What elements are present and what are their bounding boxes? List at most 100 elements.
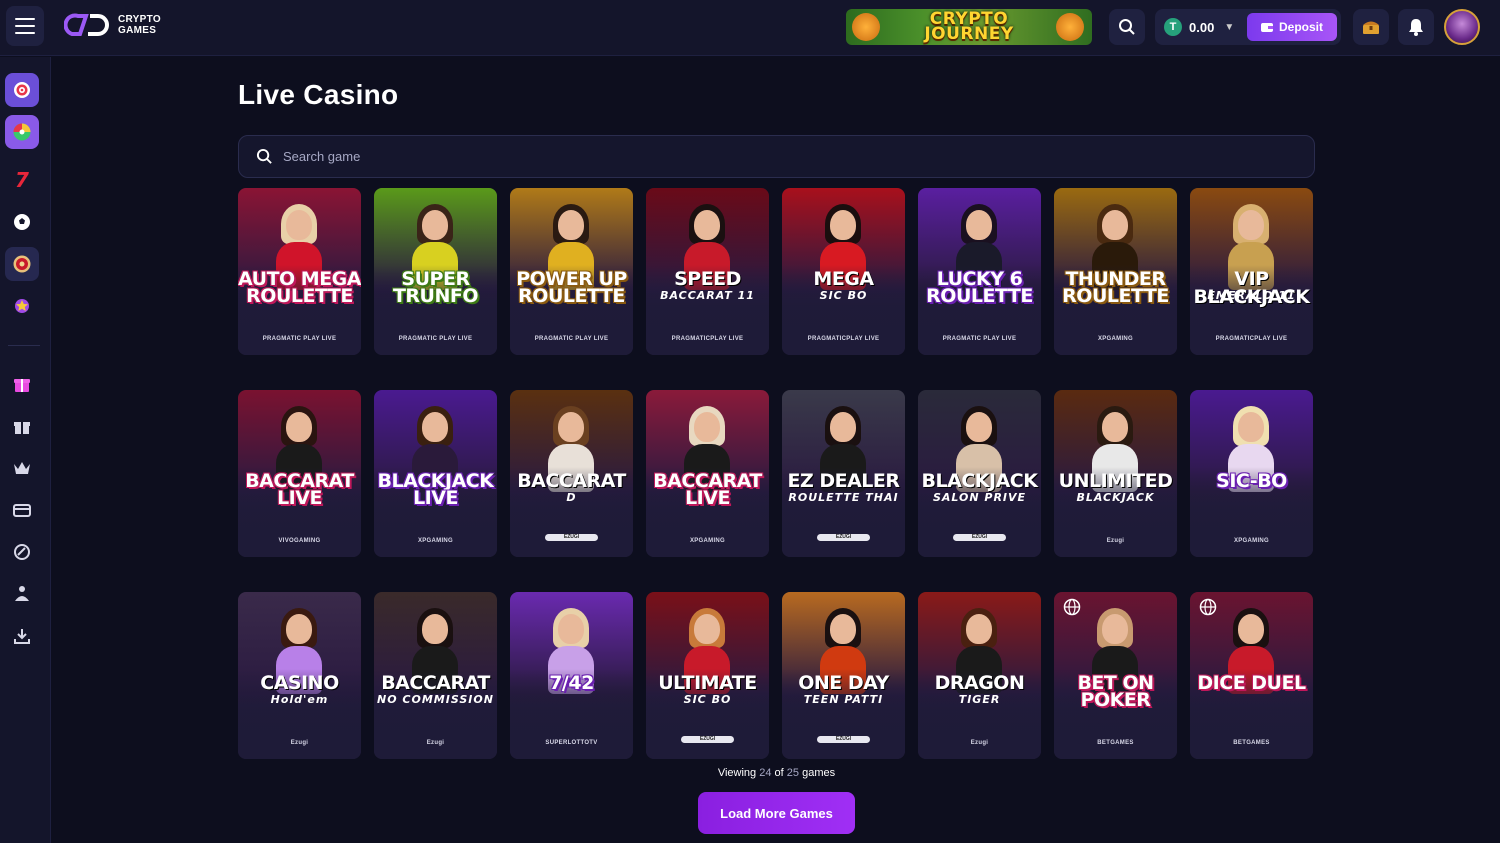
sidebar-item-slots[interactable]: 7 (5, 163, 39, 197)
game-title: UNLIMITED (1058, 470, 1173, 492)
provider-label: PRAGMATIC PLAY LIVE (262, 336, 337, 342)
game-title: BACCARAT (381, 672, 490, 694)
provider-label: XPGAMING (1233, 538, 1270, 544)
load-more-button[interactable]: Load More Games (698, 792, 855, 834)
game-card[interactable]: BACCARAT NO COMMISSION Ezugi (374, 592, 497, 759)
game-card[interactable]: ULTIMATE SIC BO EZUGI (646, 592, 769, 759)
provider-label: BETGAMES (1233, 740, 1270, 746)
game-title: ONE DAY (798, 672, 889, 694)
game-title-line2: ROULETTE (926, 285, 1033, 307)
game-card[interactable]: DRAGON TIGER Ezugi (918, 592, 1041, 759)
game-subtitle: SIC BO (683, 693, 732, 706)
game-subtitle: SIC BO (819, 289, 868, 302)
gift-icon (14, 422, 30, 434)
game-card[interactable]: ONE DAY TEEN PATTI EZUGI (782, 592, 905, 759)
game-card[interactable]: POWER UP ROULETTE PRAGMATIC PLAY LIVE (510, 188, 633, 355)
game-subtitle: BLACKJACK (1076, 491, 1155, 504)
game-card[interactable]: CASINO Hold'em Ezugi (238, 592, 361, 759)
menu-icon[interactable] (6, 6, 44, 46)
treasure-chest-icon (1363, 21, 1379, 34)
wallet-balance: 0.00 (1189, 19, 1215, 35)
sidebar-item-rewards[interactable] (5, 367, 39, 401)
sidebar-item-target[interactable] (5, 73, 39, 107)
game-subtitle: BACCARAT 11 (660, 289, 755, 302)
game-card[interactable]: VIP BLACKJACK EMERALD 11 PRAGMATICPLAY LIV… (1190, 188, 1313, 355)
provider-label: XPGAMING (1097, 336, 1134, 342)
sidebar-item-bonus[interactable] (5, 409, 39, 443)
game-card[interactable]: BLACKJACK LIVE XPGAMING (374, 390, 497, 557)
banner-line2: JOURNEY (924, 24, 1014, 44)
game-subtitle: ROULETTE THAI (788, 491, 899, 504)
game-subtitle: TEEN PATTI (803, 693, 884, 706)
search-button[interactable] (1109, 9, 1145, 45)
game-title-line2: LIVE (413, 487, 458, 509)
game-card[interactable]: DICE DUEL BETGAMES (1190, 592, 1313, 759)
crown-icon (14, 462, 30, 474)
game-card[interactable]: EZ DEALER ROULETTE THAI EZUGI (782, 390, 905, 557)
sidebar-item-sports[interactable] (5, 205, 39, 239)
game-title: BACCARAT (517, 470, 626, 492)
provider-label: Ezugi (1106, 538, 1125, 544)
sidebar-item-tickets[interactable] (5, 493, 39, 527)
brand-logo[interactable]: CRYPTO GAMES (63, 12, 161, 38)
game-title-line2: ROULETTE (246, 285, 353, 307)
game-card[interactable]: BACCARAT D EZUGI (510, 390, 633, 557)
game-card[interactable]: THUNDER ROULETTE XPGAMING (1054, 188, 1177, 355)
game-card[interactable]: SIC-BO XPGAMING (1190, 390, 1313, 557)
sidebar-item-affiliate[interactable] (5, 577, 39, 611)
game-card[interactable]: MEGA SIC BO PRAGMATICPLAY LIVE (782, 188, 905, 355)
download-icon (14, 629, 30, 644)
deposit-label: Deposit (1278, 20, 1323, 34)
game-card[interactable]: 7/42 SUPERLOTTOTV (510, 592, 633, 759)
wallet-icon (1260, 23, 1273, 32)
chevron-down-icon[interactable]: ▼ (1224, 22, 1234, 33)
provider-badge: EZUGI (545, 534, 598, 541)
provider-badge: EZUGI (681, 736, 734, 743)
provider-label: Ezugi (426, 740, 445, 746)
sidebar-item-vip[interactable] (5, 451, 39, 485)
search-bar[interactable] (238, 135, 1315, 178)
deposit-button[interactable]: Deposit (1247, 13, 1337, 41)
sidebar-item-wheel[interactable] (5, 115, 39, 149)
game-title: MEGA (813, 268, 874, 290)
brand-name: CRYPTO GAMES (118, 14, 161, 36)
main-content: Live Casino AUTO MEGAROULETTEPRAGMATIC P… (52, 57, 1500, 843)
provider-label: PRAGMATICPLAY LIVE (1215, 336, 1288, 342)
game-card[interactable]: BLACKJACK SALON PRIVE EZUGI (918, 390, 1041, 557)
game-card[interactable]: LUCKY 6 ROULETTE PRAGMATIC PLAY LIVE (918, 188, 1041, 355)
game-title: BLACKJACK (921, 470, 1038, 492)
provider-badge: EZUGI (817, 534, 870, 541)
game-title-line2: TRUNFO (392, 285, 479, 307)
game-title-line2: POKER (1080, 689, 1151, 711)
sidebar-divider (8, 345, 40, 346)
sidebar-item-promotions[interactable] (5, 289, 39, 323)
game-card[interactable]: SUPER TRUNFO PRAGMATIC PLAY LIVE (374, 188, 497, 355)
sidebar-item-live-casino[interactable] (5, 247, 39, 281)
crypto-journey-banner[interactable]: CRYPTO JOURNEY (846, 9, 1092, 45)
top-bar: CRYPTO GAMES CRYPTO JOURNEY T 0.00 ▼ Dep… (0, 0, 1500, 56)
game-card[interactable]: BET ON POKER BETGAMES (1054, 592, 1177, 759)
page-title: Live Casino (238, 79, 399, 110)
sidebar-item-download[interactable] (5, 619, 39, 653)
game-card[interactable]: BACCARAT LIVE VIVOGAMING (238, 390, 361, 557)
game-card[interactable]: AUTO MEGA ROULETTE PRAGMATIC PLAY LIVE (238, 188, 361, 355)
game-subtitle: TIGER (958, 693, 1001, 706)
wallet-selector[interactable]: T 0.00 ▼ Deposit (1155, 9, 1341, 45)
rewards-button[interactable] (1353, 9, 1389, 45)
game-subtitle: Hold'em (270, 693, 329, 706)
search-icon (256, 148, 272, 164)
game-card[interactable]: SPEED BACCARAT 11 PRAGMATICPLAY LIVE (646, 188, 769, 355)
notifications-button[interactable] (1398, 9, 1434, 45)
game-grid: AUTO MEGA ROULETTE PRAGMATIC PLAY LIVE SUPE… (238, 188, 1315, 759)
game-card[interactable]: BACCARAT LIVE XPGAMING (646, 390, 769, 557)
sidebar-item-support[interactable] (5, 535, 39, 569)
sidebar: 7 (0, 57, 51, 843)
game-subtitle: NO COMMISSION (377, 693, 494, 706)
search-input[interactable] (283, 149, 1183, 164)
provider-badge: EZUGI (817, 736, 870, 743)
avatar[interactable] (1444, 9, 1480, 45)
game-title: EZ DEALER (787, 470, 900, 492)
seven-icon: 7 (15, 168, 29, 192)
provider-badge: EZUGI (953, 534, 1006, 541)
game-card[interactable]: UNLIMITED BLACKJACK Ezugi (1054, 390, 1177, 557)
